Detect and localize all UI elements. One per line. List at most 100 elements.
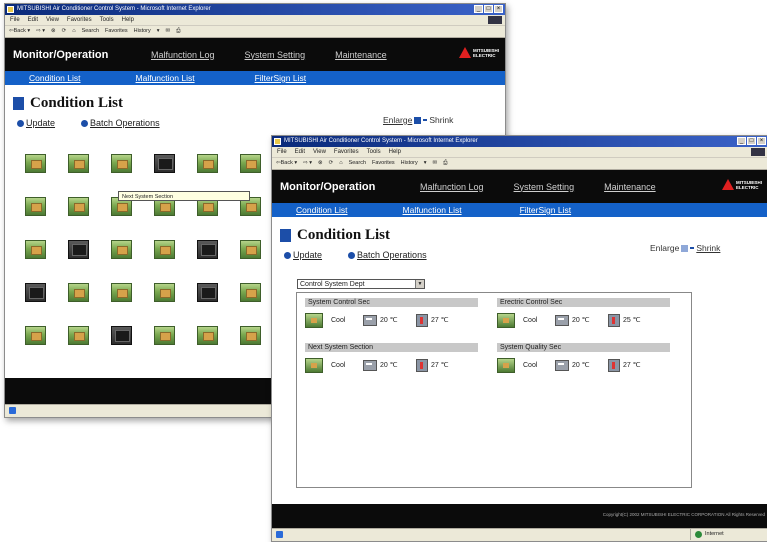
indoor-unit-alert-icon[interactable] — [197, 283, 218, 302]
home-button[interactable]: ⌂ — [339, 158, 342, 169]
history-button[interactable]: History — [401, 158, 418, 169]
set-temp-icon — [416, 358, 428, 372]
group-name[interactable]: Next System Section — [305, 343, 478, 352]
nav-system-setting[interactable]: System Setting — [514, 182, 575, 192]
menu-favorites[interactable]: Favorites — [67, 15, 92, 25]
indoor-unit-icon[interactable] — [111, 283, 132, 302]
print-button[interactable]: ⎙ — [443, 158, 447, 169]
indoor-unit-icon[interactable] — [305, 357, 323, 373]
group-name[interactable]: System Control Sec — [305, 298, 478, 307]
batch-operations-link[interactable]: Batch Operations — [81, 118, 160, 128]
indoor-unit-icon[interactable] — [240, 326, 261, 345]
maximize-button[interactable]: □ — [484, 5, 493, 13]
stop-button[interactable]: ⊗ — [318, 158, 323, 169]
subnav-condition-list[interactable]: Condition List — [29, 73, 81, 83]
subnav-filtersign-list[interactable]: FilterSign List — [255, 73, 307, 83]
print-button[interactable]: ⎙ — [176, 26, 180, 37]
enlarge-link[interactable]: Enlarge — [383, 115, 412, 125]
indoor-unit-icon[interactable] — [305, 312, 323, 328]
indoor-unit-icon[interactable] — [25, 326, 46, 345]
forward-button[interactable]: ⇨ ▾ — [36, 26, 45, 37]
subnav-filtersign-list[interactable]: FilterSign List — [520, 205, 572, 215]
menu-view[interactable]: View — [313, 147, 326, 157]
stop-button[interactable]: ⊗ — [51, 26, 56, 37]
menu-view[interactable]: View — [46, 15, 59, 25]
indoor-unit-icon[interactable] — [111, 154, 132, 173]
back-button[interactable]: ⇦Back ▾ — [276, 158, 297, 169]
mail-button[interactable]: ✉ — [166, 26, 171, 37]
refresh-button[interactable]: ⟳ — [62, 26, 67, 37]
history-button[interactable]: History — [134, 26, 151, 37]
indoor-unit-alert-icon[interactable] — [154, 154, 175, 173]
indoor-unit-icon[interactable] — [240, 283, 261, 302]
indoor-unit-icon[interactable] — [25, 197, 46, 216]
favorites-button[interactable]: Favorites — [105, 26, 128, 37]
indoor-unit-alert-icon[interactable] — [111, 326, 132, 345]
search-button[interactable]: Search — [349, 158, 366, 169]
menu-tools[interactable]: Tools — [367, 147, 381, 157]
refresh-button[interactable]: ⟳ — [329, 158, 334, 169]
minimize-button[interactable]: _ — [474, 5, 483, 13]
brand-title[interactable]: Monitor/Operation — [5, 49, 141, 61]
menu-help[interactable]: Help — [122, 15, 134, 25]
history-dropdown[interactable]: ▾ — [157, 26, 160, 37]
indoor-unit-icon[interactable] — [240, 240, 261, 259]
subnav-condition-list[interactable]: Condition List — [296, 205, 348, 215]
minimize-button[interactable]: _ — [737, 137, 746, 145]
indoor-unit-icon[interactable] — [154, 326, 175, 345]
maximize-button[interactable]: □ — [747, 137, 756, 145]
nav-system-setting[interactable]: System Setting — [245, 50, 306, 60]
menu-help[interactable]: Help — [389, 147, 401, 157]
shrink-link[interactable]: Shrink — [696, 243, 720, 253]
favorites-button[interactable]: Favorites — [372, 158, 395, 169]
indoor-unit-icon[interactable] — [197, 326, 218, 345]
indoor-unit-alert-icon[interactable] — [197, 240, 218, 259]
forward-button[interactable]: ⇨ ▾ — [303, 158, 312, 169]
history-dropdown[interactable]: ▾ — [424, 158, 427, 169]
indoor-unit-icon[interactable] — [497, 357, 515, 373]
indoor-unit-icon[interactable] — [68, 154, 89, 173]
menu-file[interactable]: File — [10, 15, 20, 25]
enlarge-link[interactable]: Enlarge — [650, 243, 679, 253]
nav-malfunction-log[interactable]: Malfunction Log — [151, 50, 215, 60]
subnav-malfunction-list[interactable]: Malfunction List — [403, 205, 462, 215]
indoor-unit-icon[interactable] — [25, 240, 46, 259]
home-button[interactable]: ⌂ — [72, 26, 75, 37]
menu-tools[interactable]: Tools — [100, 15, 114, 25]
menu-favorites[interactable]: Favorites — [334, 147, 359, 157]
batch-operations-link[interactable]: Batch Operations — [348, 250, 427, 260]
indoor-unit-icon[interactable] — [154, 240, 175, 259]
shrink-link[interactable]: Shrink — [429, 115, 453, 125]
indoor-unit-icon[interactable] — [111, 240, 132, 259]
indoor-unit-icon[interactable] — [68, 326, 89, 345]
nav-malfunction-log[interactable]: Malfunction Log — [420, 182, 484, 192]
indoor-unit-icon[interactable] — [68, 197, 89, 216]
brand-title[interactable]: Monitor/Operation — [272, 181, 408, 193]
indoor-unit-icon[interactable] — [497, 312, 515, 328]
menu-edit[interactable]: Edit — [28, 15, 38, 25]
set-temperature: 27 ℃ — [431, 317, 449, 324]
indoor-unit-alert-icon[interactable] — [25, 283, 46, 302]
update-link[interactable]: Update — [284, 250, 322, 260]
indoor-unit-icon[interactable] — [25, 154, 46, 173]
search-button[interactable]: Search — [82, 26, 99, 37]
indoor-unit-icon[interactable] — [240, 154, 261, 173]
nav-maintenance[interactable]: Maintenance — [335, 50, 387, 60]
indoor-unit-icon[interactable] — [154, 283, 175, 302]
department-select[interactable]: Control System Dept ▼ — [297, 279, 425, 289]
update-link[interactable]: Update — [17, 118, 55, 128]
menu-edit[interactable]: Edit — [295, 147, 305, 157]
group-name[interactable]: System Quality Sec — [497, 343, 670, 352]
close-button[interactable]: × — [757, 137, 766, 145]
group-name[interactable]: Erectric Control Sec — [497, 298, 670, 307]
nav-maintenance[interactable]: Maintenance — [604, 182, 656, 192]
menu-file[interactable]: File — [277, 147, 287, 157]
back-button[interactable]: ⇦Back ▾ — [9, 26, 30, 37]
indoor-unit-alert-icon[interactable] — [68, 240, 89, 259]
close-button[interactable]: × — [494, 5, 503, 13]
mail-button[interactable]: ✉ — [433, 158, 438, 169]
subnav-malfunction-list[interactable]: Malfunction List — [136, 73, 195, 83]
indoor-unit-icon[interactable] — [68, 283, 89, 302]
indoor-unit-icon[interactable] — [197, 154, 218, 173]
dropdown-arrow-icon[interactable]: ▼ — [415, 280, 424, 288]
